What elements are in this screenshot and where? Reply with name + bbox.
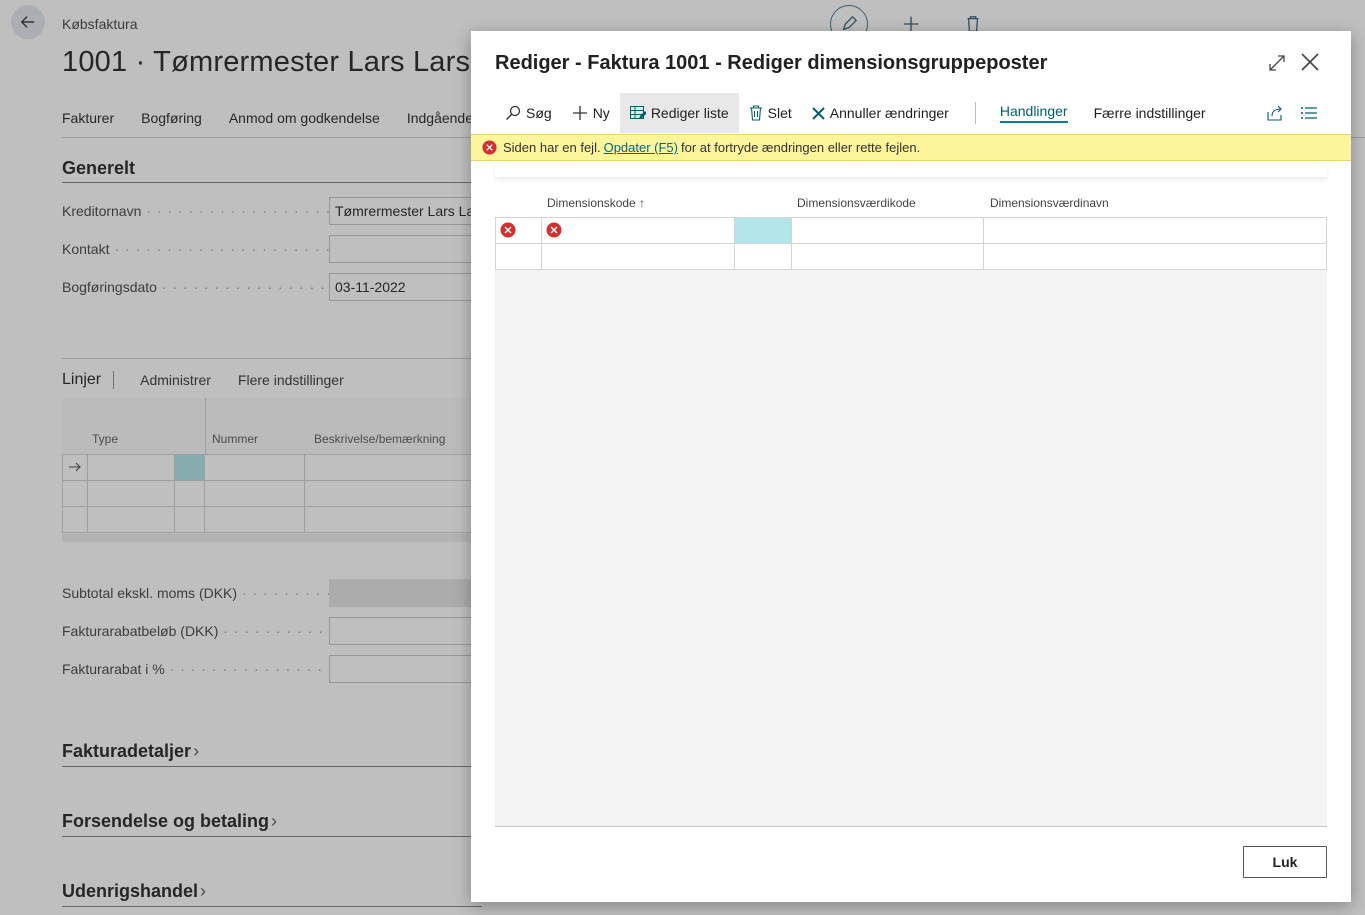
search-icon — [506, 105, 521, 120]
error-icon — [482, 140, 497, 155]
error-icon — [546, 222, 562, 238]
toolbar-separator — [974, 102, 976, 124]
close-dialog-button[interactable] — [1299, 51, 1321, 73]
dialog-toolbar: Søg Ny Rediger liste Slet Annuller ændri… — [495, 93, 1327, 133]
column-header-dimensionsvaerdinavn[interactable]: Dimensionsværdinavn — [990, 196, 1109, 210]
new-button[interactable]: Ny — [562, 93, 620, 133]
trash-icon — [749, 105, 762, 121]
dimensionsvaerdinavn-cell[interactable] — [983, 243, 1327, 270]
edit-list-label: Rediger liste — [650, 105, 729, 121]
fewer-options-label: Færre indstillinger — [1093, 105, 1206, 121]
search-button[interactable]: Søg — [495, 93, 562, 133]
toolbar-right — [1267, 93, 1317, 133]
dimensionsvaerdikode-cell[interactable] — [790, 243, 985, 270]
dimension-grid: Dimensionskode ↑ Dimensionsværdikode Dim… — [495, 191, 1327, 827]
plus-icon — [572, 106, 587, 120]
edit-dimension-dialog: Rediger - Faktura 1001 - Rediger dimensi… — [471, 31, 1351, 902]
collapsed-panel — [495, 161, 1327, 177]
dimension-table — [495, 217, 1327, 270]
x-icon — [812, 106, 825, 120]
search-label: Søg — [526, 105, 552, 121]
list-view-icon[interactable] — [1301, 106, 1317, 120]
share-icon[interactable] — [1267, 105, 1283, 121]
error-banner: Siden har en fejl. Opdater (F5) for at f… — [471, 134, 1351, 161]
fewer-options-button[interactable]: Færre indstillinger — [1084, 93, 1216, 133]
row-indicator — [495, 243, 542, 270]
dimensionsvaerdikode-cell[interactable] — [790, 217, 985, 244]
delete-button[interactable]: Slet — [739, 93, 802, 133]
close-icon — [1301, 53, 1319, 71]
column-header-dimensionsvaerdikode[interactable]: Dimensionsværdikode — [797, 196, 916, 210]
error-icon — [500, 222, 516, 238]
lookup-cell-focus[interactable] — [733, 217, 792, 244]
close-button[interactable]: Luk — [1243, 846, 1327, 878]
refresh-link[interactable]: Opdater (F5) — [604, 140, 678, 155]
edit-list-button[interactable]: Rediger liste — [619, 93, 739, 133]
column-header-dimensionskode[interactable]: Dimensionskode ↑ — [547, 196, 645, 210]
expand-icon — [1269, 55, 1285, 71]
table-row[interactable] — [495, 243, 1327, 270]
delete-label: Slet — [767, 105, 792, 121]
dimensionskode-cell[interactable] — [540, 243, 735, 270]
error-text-before: Siden har en fejl. — [503, 140, 601, 155]
dimensionskode-cell[interactable] — [540, 217, 735, 244]
discard-label: Annuller ændringer — [829, 105, 949, 121]
lookup-cell[interactable] — [733, 243, 792, 270]
error-text-after: for at fortryde ændringen eller rette fe… — [681, 140, 921, 155]
row-error-indicator — [495, 217, 542, 244]
new-label: Ny — [592, 105, 610, 121]
grid-header: Dimensionskode ↑ Dimensionsværdikode Dim… — [495, 191, 1327, 217]
discard-changes-button[interactable]: Annuller ændringer — [802, 93, 959, 133]
table-row[interactable] — [495, 217, 1327, 244]
tab-handlinger[interactable]: Handlinger — [990, 93, 1078, 133]
edit-list-icon — [629, 106, 646, 119]
dimensionsvaerdinavn-cell[interactable] — [983, 217, 1327, 244]
dialog-title: Rediger - Faktura 1001 - Rediger dimensi… — [495, 52, 1048, 74]
handlinger-label: Handlinger — [999, 103, 1068, 123]
expand-button[interactable] — [1267, 53, 1287, 73]
